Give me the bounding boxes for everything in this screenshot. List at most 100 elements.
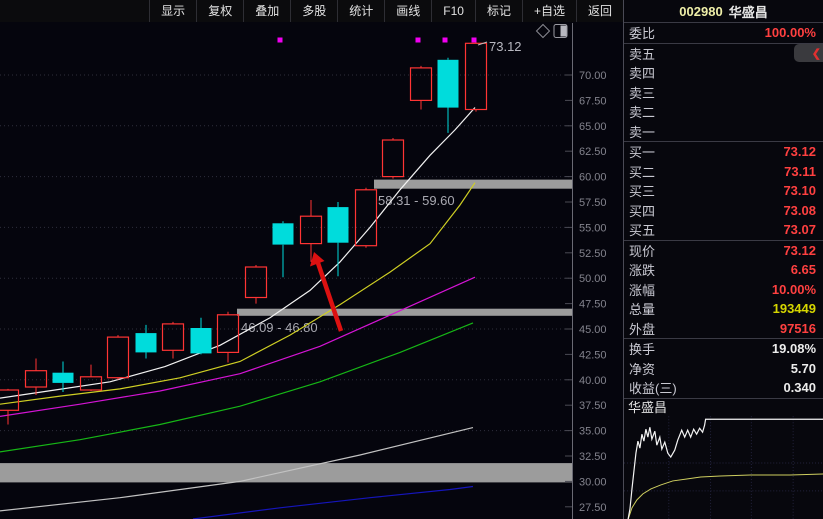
quote-panel: 002980 华盛昌 委比100.00%卖五卖四卖三卖二卖一买一 73.12 买二7…: [623, 0, 823, 519]
toolbar-button-f10[interactable]: F10: [431, 0, 475, 22]
quote-label: 买三: [629, 181, 655, 200]
candle-up: [301, 216, 322, 243]
y-tick-label: 60.00: [579, 172, 607, 184]
quote-row: 换手19.08%: [624, 339, 823, 359]
quote-value: 6.65: [791, 262, 816, 277]
quote-row: 买一 73.12: [624, 142, 823, 162]
y-tick-label: 47.50: [579, 299, 607, 311]
candle-down: [191, 328, 212, 353]
quote-label: 涨跌: [629, 260, 655, 279]
ma-yellow-line: [0, 183, 475, 405]
candle-up: [383, 140, 404, 177]
candle-up: [108, 337, 129, 378]
mark-dot: [472, 38, 477, 43]
mark-dot: [416, 38, 421, 43]
stock-name: 华盛昌: [729, 2, 768, 21]
toolbar-button-fuquan[interactable]: 复权: [196, 0, 243, 22]
quote-value: 73.11: [784, 164, 816, 179]
minichart-title: 华盛昌: [624, 398, 823, 416]
quote-value: 193449: [773, 301, 816, 316]
toolbar-button-overlay[interactable]: 叠加: [243, 0, 290, 22]
quote-value: 73.12: [783, 144, 816, 159]
y-tick-label: 27.50: [579, 502, 607, 514]
quote-label: 买四: [629, 201, 655, 220]
quote-row: 买五 73.07: [624, 220, 823, 240]
y-tick-label: 32.50: [579, 451, 607, 463]
stock-code: 002980: [679, 4, 722, 19]
quote-value: 5.70: [791, 361, 816, 376]
toolbar-button-drawline[interactable]: 画线: [384, 0, 431, 22]
y-tick-label: 57.50: [579, 197, 607, 209]
toolbar-button-stats[interactable]: 统计: [337, 0, 384, 22]
candle-up: [411, 68, 432, 101]
mark-dot: [278, 38, 283, 43]
quote-rows: 委比100.00%卖五卖四卖三卖二卖一买一 73.12 买二73.11买三 73.10…: [624, 23, 823, 398]
candle-up: [356, 190, 377, 246]
quote-label: 净资: [629, 359, 655, 378]
candle-up: [466, 43, 487, 109]
panel-layout-icon-fill: [561, 26, 567, 37]
quote-label: 涨幅: [629, 280, 655, 299]
quote-label: 卖二: [629, 102, 655, 121]
y-tick-label: 62.50: [579, 146, 607, 158]
candle-up: [26, 371, 47, 387]
quote-row: 卖一: [624, 122, 823, 142]
quote-label: 卖一: [629, 122, 655, 141]
y-tick-label: 37.50: [579, 400, 607, 412]
highlight-band: [0, 463, 572, 482]
quote-row: 涨幅 10.00%: [624, 280, 823, 300]
candle-down: [136, 333, 157, 352]
quote-row: 买二73.11: [624, 162, 823, 182]
main-chart[interactable]: 58.31 - 59.6046.09 - 46.8070.0067.5065.0…: [0, 0, 623, 519]
quote-label: 买一: [629, 142, 655, 161]
toolbar-button-display[interactable]: 显示: [149, 0, 196, 22]
quote-row: 净资 5.70: [624, 359, 823, 379]
intraday-minichart[interactable]: [624, 416, 823, 519]
ma-blue-line: [193, 487, 473, 519]
quote-row: 买四73.08: [624, 201, 823, 221]
quote-label: 卖四: [629, 63, 655, 82]
quote-label: 买五: [629, 220, 655, 239]
y-tick-label: 50.00: [579, 273, 607, 285]
y-tick-label: 52.50: [579, 248, 607, 260]
quote-value: 97516: [780, 321, 816, 336]
highlight-band: [237, 309, 572, 316]
quote-row: 卖四: [624, 63, 823, 83]
quote-value: 73.07: [783, 222, 816, 237]
quote-row: 委比100.00%: [624, 23, 823, 43]
quote-row: 收益(三)0.340: [624, 378, 823, 398]
stock-title: 002980 华盛昌: [624, 0, 823, 23]
quote-label: 总量: [629, 299, 655, 318]
quote-label: 换手: [629, 339, 655, 358]
candle-up: [246, 267, 267, 298]
diamond-icon[interactable]: [537, 25, 550, 38]
quote-row: 总量 193449: [624, 299, 823, 319]
y-tick-label: 40.00: [579, 375, 607, 387]
toolbar-button-back[interactable]: 返回: [576, 0, 623, 22]
quote-row: 卖三: [624, 83, 823, 103]
candle-up: [0, 390, 19, 410]
quote-label: 现价: [629, 241, 655, 260]
candle-down: [438, 60, 459, 108]
toolbar-button-addwatch[interactable]: +自选: [522, 0, 576, 22]
quote-value: 73.12: [783, 243, 816, 258]
candle-down: [328, 207, 349, 243]
quote-row: 涨跌 6.65: [624, 260, 823, 280]
quote-value: 73.10: [783, 183, 816, 198]
mini-avg-line: [628, 473, 823, 519]
last-price-label: 73.12: [489, 39, 522, 54]
y-tick-label: 70.00: [579, 70, 607, 82]
band-range-label: 58.31 - 59.60: [378, 193, 455, 208]
panel-flag-button[interactable]: ❮: [794, 44, 823, 62]
quote-label: 卖五: [629, 44, 655, 63]
quote-value: 10.00%: [772, 282, 816, 297]
quote-label: 卖三: [629, 83, 655, 102]
candle-up: [163, 324, 184, 350]
mini-price-line: [628, 419, 823, 519]
y-tick-label: 55.00: [579, 222, 607, 234]
y-tick-label: 67.50: [579, 95, 607, 107]
toolbar-button-mark[interactable]: 标记: [475, 0, 522, 22]
candle-down: [53, 373, 74, 383]
toolbar-button-multistock[interactable]: 多股: [290, 0, 337, 22]
flag-icon: ❮: [812, 47, 821, 60]
